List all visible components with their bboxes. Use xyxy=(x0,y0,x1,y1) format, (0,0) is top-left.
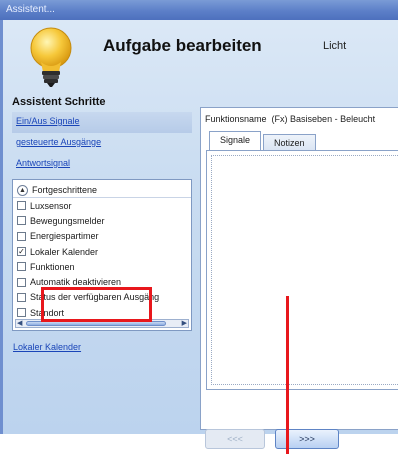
window-titlebar: Assistent... xyxy=(0,0,398,20)
option-functions[interactable]: Funktionen xyxy=(13,259,191,274)
checkbox[interactable] xyxy=(17,308,26,318)
option-label: Bewegungsmelder xyxy=(30,215,105,226)
option-label: Lokaler Kalender xyxy=(30,246,99,257)
next-button[interactable]: >>> xyxy=(275,429,339,449)
scroll-right-icon[interactable]: ▶ xyxy=(182,319,187,327)
advanced-options-box: ▲ Fortgeschrittene Luxsensor Bewegungsme… xyxy=(12,179,192,331)
option-motion-detector[interactable]: Bewegungsmelder xyxy=(13,213,191,228)
option-local-calendar[interactable]: ✓ Lokaler Kalender xyxy=(13,244,191,259)
step-link-controlled-outputs[interactable]: gesteuerte Ausgänge xyxy=(12,133,192,154)
previous-button[interactable]: <<< xyxy=(205,429,265,449)
advanced-title: Fortgeschrittene xyxy=(32,185,98,195)
tab-signals[interactable]: Signale xyxy=(209,131,262,151)
option-label: Funktionen xyxy=(30,261,75,272)
advanced-header[interactable]: ▲ Fortgeschrittene xyxy=(13,180,191,198)
option-label: Standort xyxy=(30,307,65,318)
window-title: Assistent... xyxy=(6,4,55,15)
checkbox-checked[interactable]: ✓ xyxy=(17,247,26,257)
function-name-label: Funktionsname xyxy=(205,114,267,124)
option-disable-automatic[interactable]: Automatik deaktivieren xyxy=(13,274,191,289)
function-name-value[interactable]: (Fx) Basiseben - Beleucht xyxy=(272,114,376,130)
annotation-pointer-line xyxy=(286,296,289,454)
tab-notes[interactable]: Notizen xyxy=(263,134,316,151)
option-label: Status der verfügbaren Ausgäng xyxy=(30,292,160,303)
lightbulb-icon xyxy=(30,27,72,87)
local-calendar-link[interactable]: Lokaler Kalender xyxy=(13,342,81,352)
chevron-up-icon[interactable]: ▲ xyxy=(17,184,28,196)
header: Aufgabe bearbeiten Licht xyxy=(3,20,398,92)
tab-content xyxy=(206,150,398,390)
option-output-status[interactable]: Status der verfügbaren Ausgäng xyxy=(13,290,191,305)
details-panel: Funktionsname (Fx) Basiseben - Beleucht … xyxy=(200,107,398,430)
tab-bar: Signale Notizen xyxy=(209,131,318,151)
assistant-window: Aufgabe bearbeiten Licht Assistent Schri… xyxy=(0,20,398,434)
signals-canvas[interactable] xyxy=(211,155,398,385)
checkbox[interactable] xyxy=(17,292,26,302)
checkbox[interactable] xyxy=(17,201,26,211)
page-subtitle: Licht xyxy=(323,40,347,52)
page-title: Aufgabe bearbeiten xyxy=(103,36,262,55)
option-luxsensor[interactable]: Luxsensor xyxy=(13,198,191,213)
checkbox[interactable] xyxy=(17,262,26,272)
steps-title: Assistent Schritte xyxy=(12,96,106,108)
step-link-response-signal[interactable]: Antwortsignal xyxy=(12,154,192,175)
option-energy-timer[interactable]: Energiespartimer xyxy=(13,229,191,244)
scroll-left-icon[interactable]: ◀ xyxy=(17,319,22,327)
option-label: Energiespartimer xyxy=(30,231,99,242)
step-link-on-off-signals[interactable]: Ein/Aus Signale xyxy=(12,112,192,133)
scrollbar-thumb[interactable] xyxy=(26,321,166,326)
function-name-row: Funktionsname (Fx) Basiseben - Beleucht xyxy=(201,108,398,130)
checkbox[interactable] xyxy=(17,277,26,287)
option-label: Luxsensor xyxy=(30,200,72,211)
checkbox[interactable] xyxy=(17,216,26,226)
wizard-steps-panel: Assistent Schritte Ein/Aus Signale geste… xyxy=(12,96,192,428)
horizontal-scrollbar[interactable]: ◀ ▶ xyxy=(15,319,189,328)
option-label: Automatik deaktivieren xyxy=(30,277,122,288)
checkbox[interactable] xyxy=(17,231,26,241)
